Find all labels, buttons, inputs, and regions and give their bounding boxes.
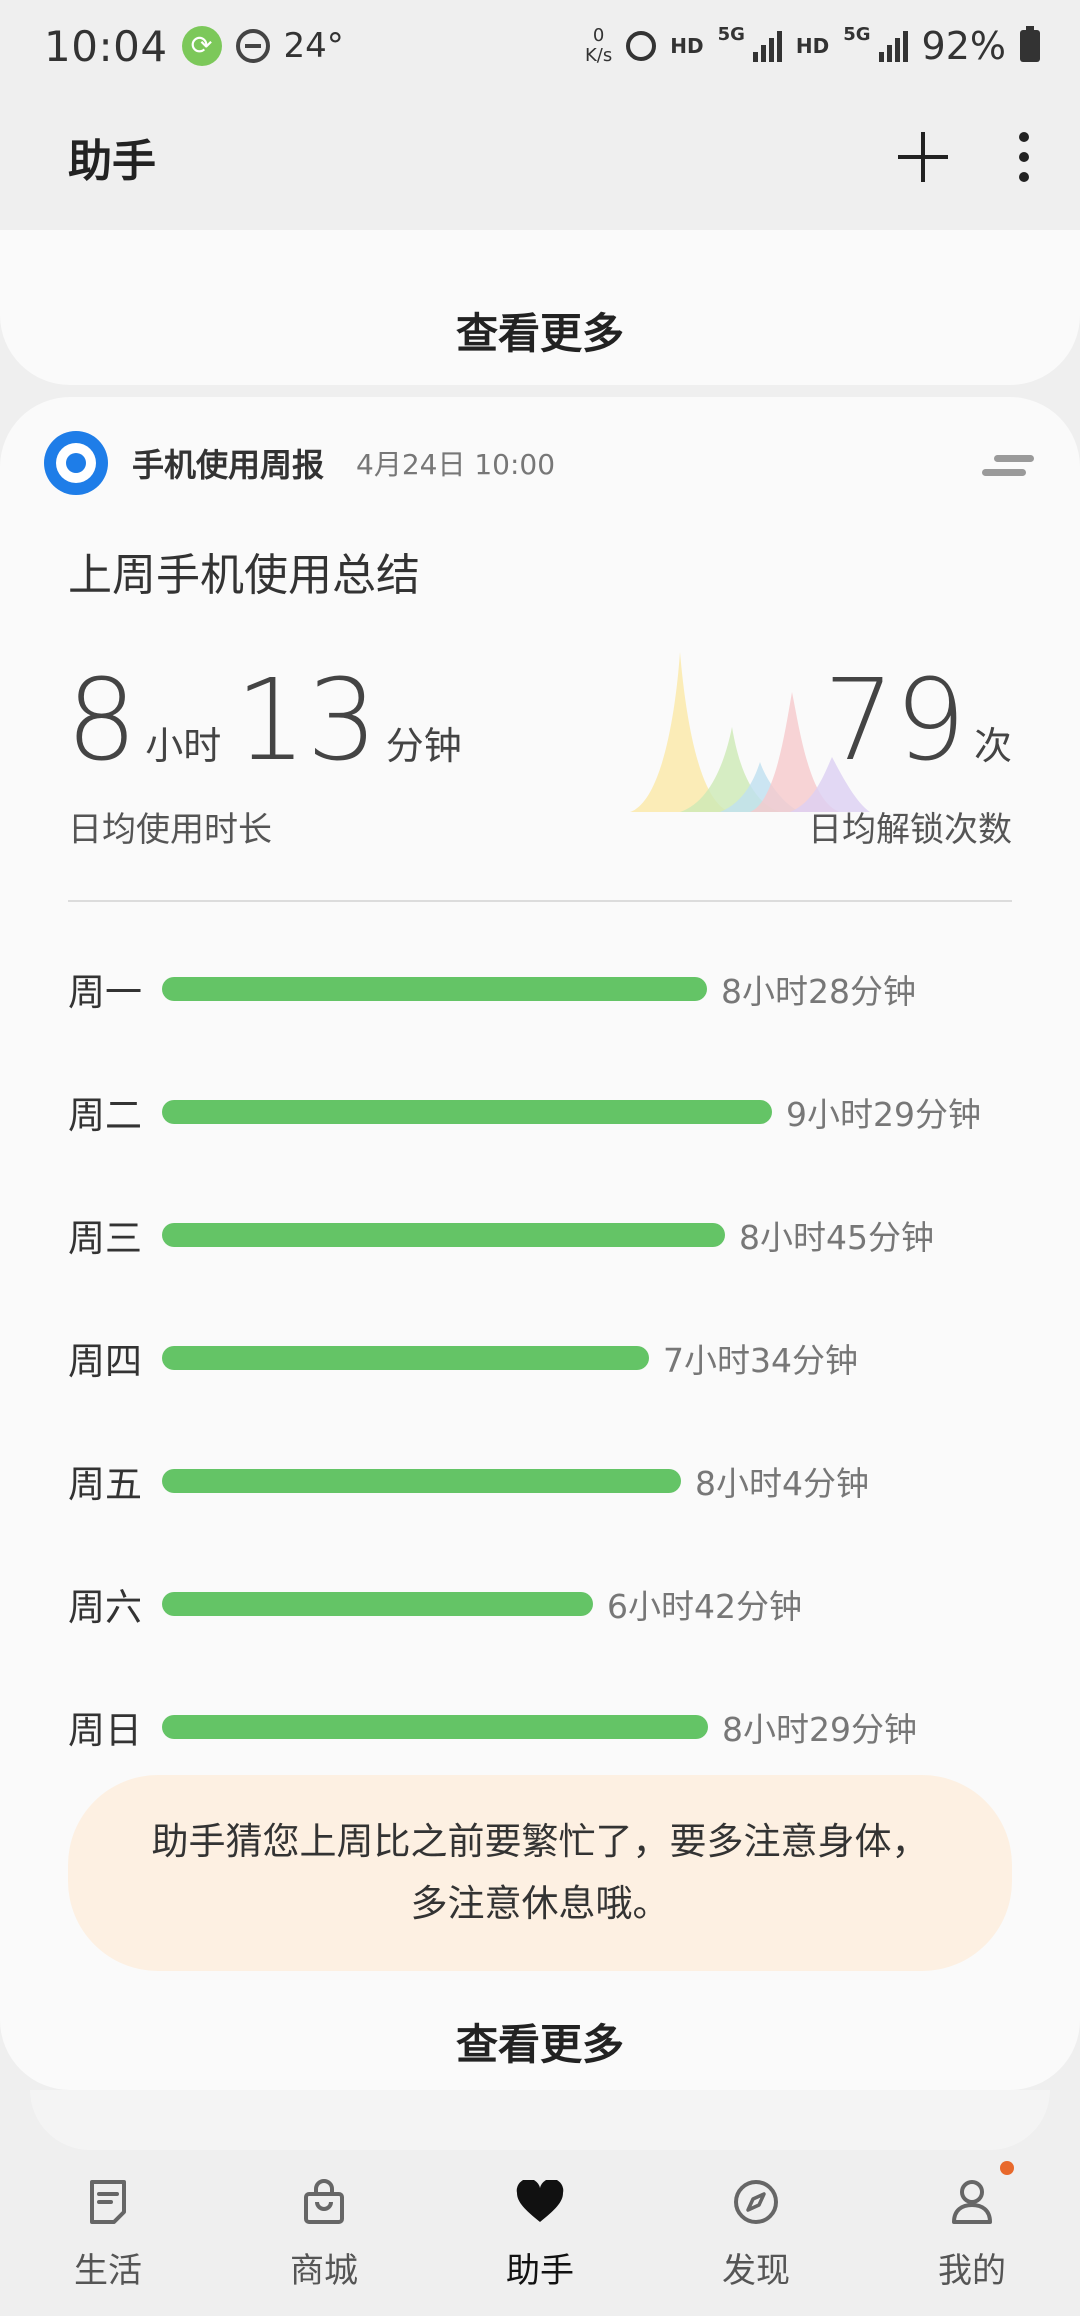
day-label: 周三 — [68, 1216, 142, 1260]
usage-report-logo-icon — [44, 431, 108, 495]
signal-icon — [878, 30, 908, 62]
nav-item-me[interactable]: 我的 — [892, 2160, 1052, 2292]
usage-value: 8小时45分钟 — [739, 1217, 934, 1257]
usage-bar — [162, 1222, 725, 1247]
day-label: 周四 — [68, 1339, 142, 1383]
day-label: 周二 — [68, 1093, 142, 1137]
nav-item-discover[interactable]: 发现 — [676, 2175, 836, 2292]
more-options-icon[interactable] — [1018, 132, 1030, 182]
minutes-unit: 分钟 — [385, 724, 462, 768]
bottom-navigation: 生活 商城 助手 发现 我的 — [0, 2150, 1080, 2316]
see-more-button[interactable]: 查看更多 — [0, 2011, 1080, 2072]
usage-bar — [162, 1714, 708, 1739]
battery-percent: 92% — [921, 24, 1006, 68]
avg-unlocks: 79 次 — [823, 665, 1012, 777]
daily-usage-row: 周一 8小时28分钟 — [68, 927, 1018, 1050]
usage-bar — [162, 976, 707, 1001]
previous-card: 查看更多 — [0, 230, 1080, 385]
daily-usage-bars: 周一 8小时28分钟 周二 9小时29分钟 周三 8小时45分钟 周四 7小时3… — [68, 927, 1018, 1788]
daily-usage-row: 周日 8小时29分钟 — [68, 1665, 1018, 1788]
nav-label: 助手 — [506, 2250, 574, 2291]
compass-icon — [729, 2175, 783, 2229]
hours-unit: 小时 — [145, 724, 222, 768]
unlocks-value: 79 — [823, 656, 966, 786]
shopping-bag-icon — [297, 2175, 351, 2229]
signal-icon — [752, 30, 782, 62]
daily-usage-row: 周三 8小时45分钟 — [68, 1173, 1018, 1296]
nav-label: 商城 — [290, 2250, 358, 2291]
app-header: 助手 — [0, 92, 1080, 222]
sync-icon: ⟳ — [181, 26, 222, 66]
assistant-tip: 助手猜您上周比之前要繁忙了，要多注意身体， 多注意休息哦。 — [68, 1775, 1012, 1971]
page-title: 助手 — [68, 136, 156, 187]
hours-value: 8 — [66, 656, 138, 786]
hd-label: HD — [795, 34, 830, 58]
heart-icon — [513, 2175, 567, 2229]
life-icon — [81, 2175, 135, 2229]
avg-unlocks-label: 日均解锁次数 — [808, 810, 1012, 850]
card-header: 手机使用周报 4月24日 10:00 — [44, 417, 1036, 509]
network-type: 5G — [717, 24, 745, 45]
network-speed: 0 K/s — [584, 25, 613, 66]
network-type: 5G — [843, 24, 871, 45]
usage-value: 7小时34分钟 — [663, 1340, 858, 1380]
daily-usage-row: 周四 7小时34分钟 — [68, 1296, 1018, 1419]
next-card-peek — [30, 2090, 1050, 2150]
daily-usage-row: 周六 6小时42分钟 — [68, 1542, 1018, 1665]
usage-value: 8小时4分钟 — [695, 1463, 869, 1503]
usage-bar — [162, 1591, 593, 1616]
usage-bar — [162, 1099, 772, 1124]
nav-item-mall[interactable]: 商城 — [244, 2175, 404, 2292]
avg-usage-time: 8 小时 13 分钟 — [66, 665, 476, 777]
nav-label: 生活 — [74, 2250, 142, 2291]
status-bar: 10:04 ⟳ 24° 0 K/s HD 5G HD 5G 92% — [0, 0, 1080, 92]
tip-text: 助手猜您上周比之前要繁忙了，要多注意身体， 多注意休息哦。 — [151, 1820, 929, 1925]
usage-report-card: 手机使用周报 4月24日 10:00 上周手机使用总结 8 小时 13 分钟 日… — [0, 397, 1080, 2090]
nav-item-life[interactable]: 生活 — [28, 2175, 188, 2292]
day-label: 周六 — [68, 1585, 142, 1629]
battery-icon — [1020, 26, 1040, 62]
alarm-icon — [626, 31, 657, 61]
see-more-button[interactable]: 查看更多 — [456, 300, 624, 361]
notification-dot — [1000, 2160, 1014, 2175]
divider — [68, 900, 1012, 902]
avg-usage-label: 日均使用时长 — [68, 810, 272, 850]
nav-label: 我的 — [938, 2250, 1006, 2291]
status-time: 10:04 — [44, 21, 168, 71]
day-label: 周日 — [68, 1708, 142, 1752]
summary-title: 上周手机使用总结 — [68, 550, 420, 601]
usage-value: 9小时29分钟 — [786, 1094, 981, 1134]
daily-usage-row: 周二 9小时29分钟 — [68, 1050, 1018, 1173]
usage-value: 8小时29分钟 — [722, 1709, 917, 1749]
report-name: 手机使用周报 — [132, 446, 325, 484]
temperature: 24° — [283, 26, 344, 66]
day-label: 周一 — [68, 970, 142, 1014]
report-date: 4月24日 10:00 — [356, 448, 556, 481]
usage-value: 6小时42分钟 — [607, 1586, 802, 1626]
hd-label: HD — [670, 34, 704, 58]
minutes-value: 13 — [235, 656, 378, 786]
do-not-disturb-icon — [235, 29, 270, 63]
nav-item-assistant[interactable]: 助手 — [460, 2175, 620, 2292]
unlocks-unit: 次 — [973, 724, 1012, 768]
usage-bar — [162, 1345, 649, 1370]
usage-value: 8小时28分钟 — [721, 971, 916, 1011]
daily-usage-row: 周五 8小时4分钟 — [68, 1419, 1018, 1542]
drag-handle-icon[interactable] — [982, 455, 1034, 481]
person-icon — [945, 2175, 999, 2229]
nav-label: 发现 — [722, 2250, 790, 2291]
add-icon[interactable] — [898, 132, 948, 182]
day-label: 周五 — [68, 1462, 142, 1506]
usage-bar — [162, 1468, 681, 1493]
